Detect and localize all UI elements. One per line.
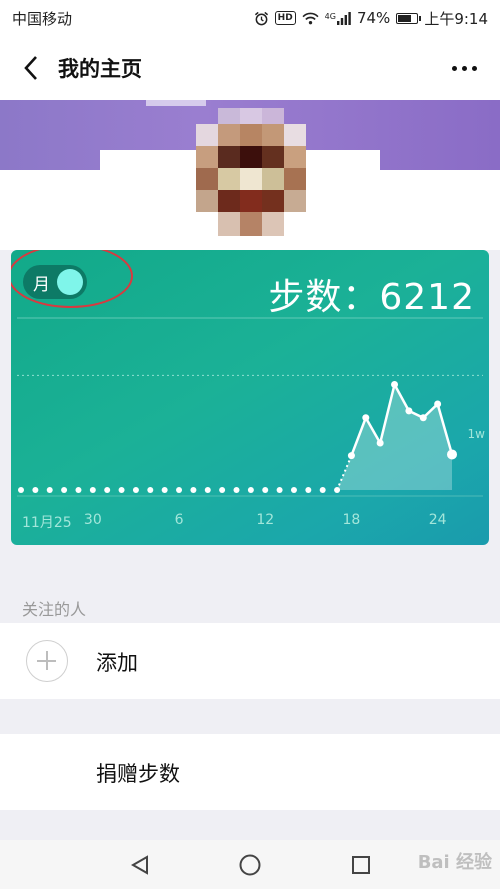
data-point [376, 439, 384, 447]
data-point [75, 487, 82, 493]
data-point [247, 487, 254, 493]
triangle-back-icon[interactable] [125, 850, 155, 880]
steps-chart [17, 317, 483, 497]
data-point [190, 487, 197, 493]
alarm-icon [254, 11, 269, 26]
data-point [233, 487, 240, 493]
data-point [347, 452, 355, 460]
data-point [147, 487, 154, 493]
plus-circle-icon[interactable] [26, 640, 68, 682]
chart-area [337, 384, 452, 490]
add-following-row[interactable]: 添加 [0, 623, 500, 699]
page-title: 我的主页 [58, 57, 142, 81]
battery-percent: 74% [356, 9, 391, 27]
watermark: Bai 经验 [417, 852, 492, 873]
nav-bar: 我的主页 [0, 36, 500, 100]
x-tick-label: 11月25 [22, 515, 72, 531]
x-tick-label: 6 [174, 512, 184, 528]
data-point [32, 487, 39, 493]
hd-icon: HD [274, 11, 296, 25]
status-bar: 中国移动 HD 4G 74% 上午9:14 [0, 0, 500, 36]
x-tick-label: 18 [342, 512, 361, 528]
circle-home-icon[interactable] [235, 850, 265, 880]
reference-line-label: 1w [467, 427, 485, 441]
data-point [219, 487, 226, 493]
square-recent-icon[interactable] [346, 850, 376, 880]
data-point [18, 487, 24, 493]
wifi-icon [302, 12, 319, 25]
data-point [118, 487, 125, 493]
data-point [419, 414, 427, 422]
carrier-label: 中国移动 [12, 9, 73, 28]
data-point [104, 487, 111, 493]
add-label: 添加 [96, 651, 138, 675]
clock: 上午9:14 [424, 9, 488, 28]
data-point [276, 487, 283, 493]
data-point [334, 487, 341, 493]
profile-header [0, 100, 500, 250]
data-point [204, 487, 211, 493]
section-header-following: 关注的人 [0, 587, 500, 623]
data-point [262, 487, 269, 493]
data-point [391, 381, 399, 389]
dot [451, 65, 457, 71]
donate-steps-row[interactable]: 捐赠步数 [0, 734, 500, 810]
dot [461, 65, 467, 71]
data-point [161, 487, 168, 493]
pixelated-avatar[interactable] [196, 108, 306, 236]
data-point [46, 487, 53, 493]
data-point [447, 449, 457, 460]
dot [471, 65, 477, 71]
data-point [362, 414, 370, 422]
data-point [61, 487, 68, 493]
more-dots-icon[interactable] [444, 53, 484, 83]
data-point [319, 487, 326, 493]
data-point [305, 487, 312, 493]
x-tick-label: 24 [428, 512, 447, 528]
data-point [405, 407, 413, 415]
network-type: 4G [324, 11, 336, 21]
banner-cloud [146, 100, 206, 106]
steps-card: 月 步数：6212 1w 11月25 30 6 12 18 24 [11, 250, 489, 545]
battery-icon [396, 12, 422, 24]
status-icons: HD 4G 74% 上午9:14 [254, 8, 488, 29]
signal-icon: 4G [324, 11, 351, 25]
data-point [176, 487, 183, 493]
data-point [132, 487, 139, 493]
data-point [89, 487, 96, 493]
chevron-left-icon[interactable] [16, 53, 46, 83]
x-tick-label: 30 [83, 512, 102, 528]
x-tick-label: 12 [256, 512, 275, 528]
data-point [290, 487, 297, 493]
donate-label: 捐赠步数 [96, 762, 180, 786]
data-point [434, 400, 442, 408]
